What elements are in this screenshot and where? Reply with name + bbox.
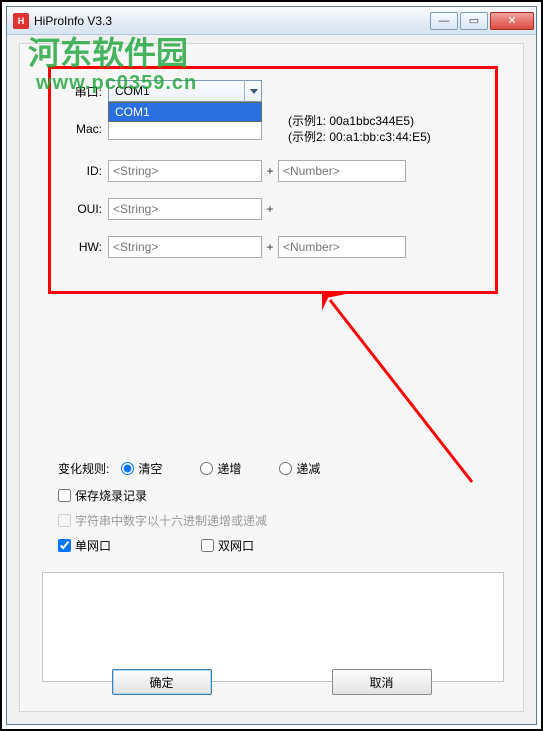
- id-label: ID:: [60, 164, 108, 178]
- plus-icon: +: [262, 240, 278, 254]
- titlebar: H HiProInfo V3.3 — ▭ ✕: [7, 7, 536, 35]
- window-title: HiProInfo V3.3: [34, 14, 112, 28]
- serial-dropdown[interactable]: COM1: [108, 102, 262, 122]
- log-box: [42, 572, 504, 682]
- check-dual-net[interactable]: 双网口: [201, 537, 254, 554]
- mac-label: Mac:: [60, 122, 108, 136]
- close-button[interactable]: ✕: [490, 12, 534, 30]
- serial-label: 串口:: [60, 83, 108, 100]
- options-area: 变化规则: 清空 递增 递减 保存烧录记录 字符串中数字以十六进制递增或递减 单…: [58, 460, 503, 554]
- radio-increment[interactable]: 递增: [200, 460, 241, 477]
- minimize-button[interactable]: —: [430, 12, 458, 30]
- radio-clear[interactable]: 清空: [121, 460, 162, 477]
- hw-label: HW:: [60, 240, 108, 254]
- plus-icon: +: [262, 164, 278, 178]
- check-hex-rule: 字符串中数字以十六进制递增或递减: [58, 512, 503, 529]
- form-area: 串口: COM1 COM1 Mac: (示例1: 00a1bbc344E5) (…: [60, 80, 490, 274]
- check-single-net[interactable]: 单网口: [58, 537, 111, 554]
- radio-decrement[interactable]: 递减: [279, 460, 320, 477]
- content-panel: 串口: COM1 COM1 Mac: (示例1: 00a1bbc344E5) (…: [19, 43, 524, 712]
- serial-value: COM1: [115, 84, 150, 98]
- example2: (示例2: 00:a1:bb:c3:44:E5): [288, 129, 431, 145]
- cancel-button[interactable]: 取消: [332, 669, 432, 695]
- ok-button[interactable]: 确定: [112, 669, 212, 695]
- hw-number-input[interactable]: [278, 236, 406, 258]
- serial-option-com1[interactable]: COM1: [109, 103, 261, 121]
- rule-label: 变化规则:: [58, 460, 109, 477]
- check-save-record[interactable]: 保存烧录记录: [58, 487, 503, 504]
- id-number-input[interactable]: [278, 160, 406, 182]
- hw-string-input[interactable]: [108, 236, 262, 258]
- oui-string-input[interactable]: [108, 198, 262, 220]
- app-icon: H: [13, 13, 29, 29]
- plus-icon: +: [262, 202, 278, 216]
- example1: (示例1: 00a1bbc344E5): [288, 113, 431, 129]
- oui-label: OUI:: [60, 202, 108, 216]
- app-window: H HiProInfo V3.3 — ▭ ✕ 串口: COM1 COM1 Mac…: [6, 6, 537, 725]
- serial-combo[interactable]: COM1 COM1: [108, 80, 262, 102]
- maximize-button[interactable]: ▭: [460, 12, 488, 30]
- mac-examples: (示例1: 00a1bbc344E5) (示例2: 00:a1:bb:c3:44…: [288, 113, 431, 145]
- chevron-down-icon[interactable]: [244, 80, 262, 102]
- id-string-input[interactable]: [108, 160, 262, 182]
